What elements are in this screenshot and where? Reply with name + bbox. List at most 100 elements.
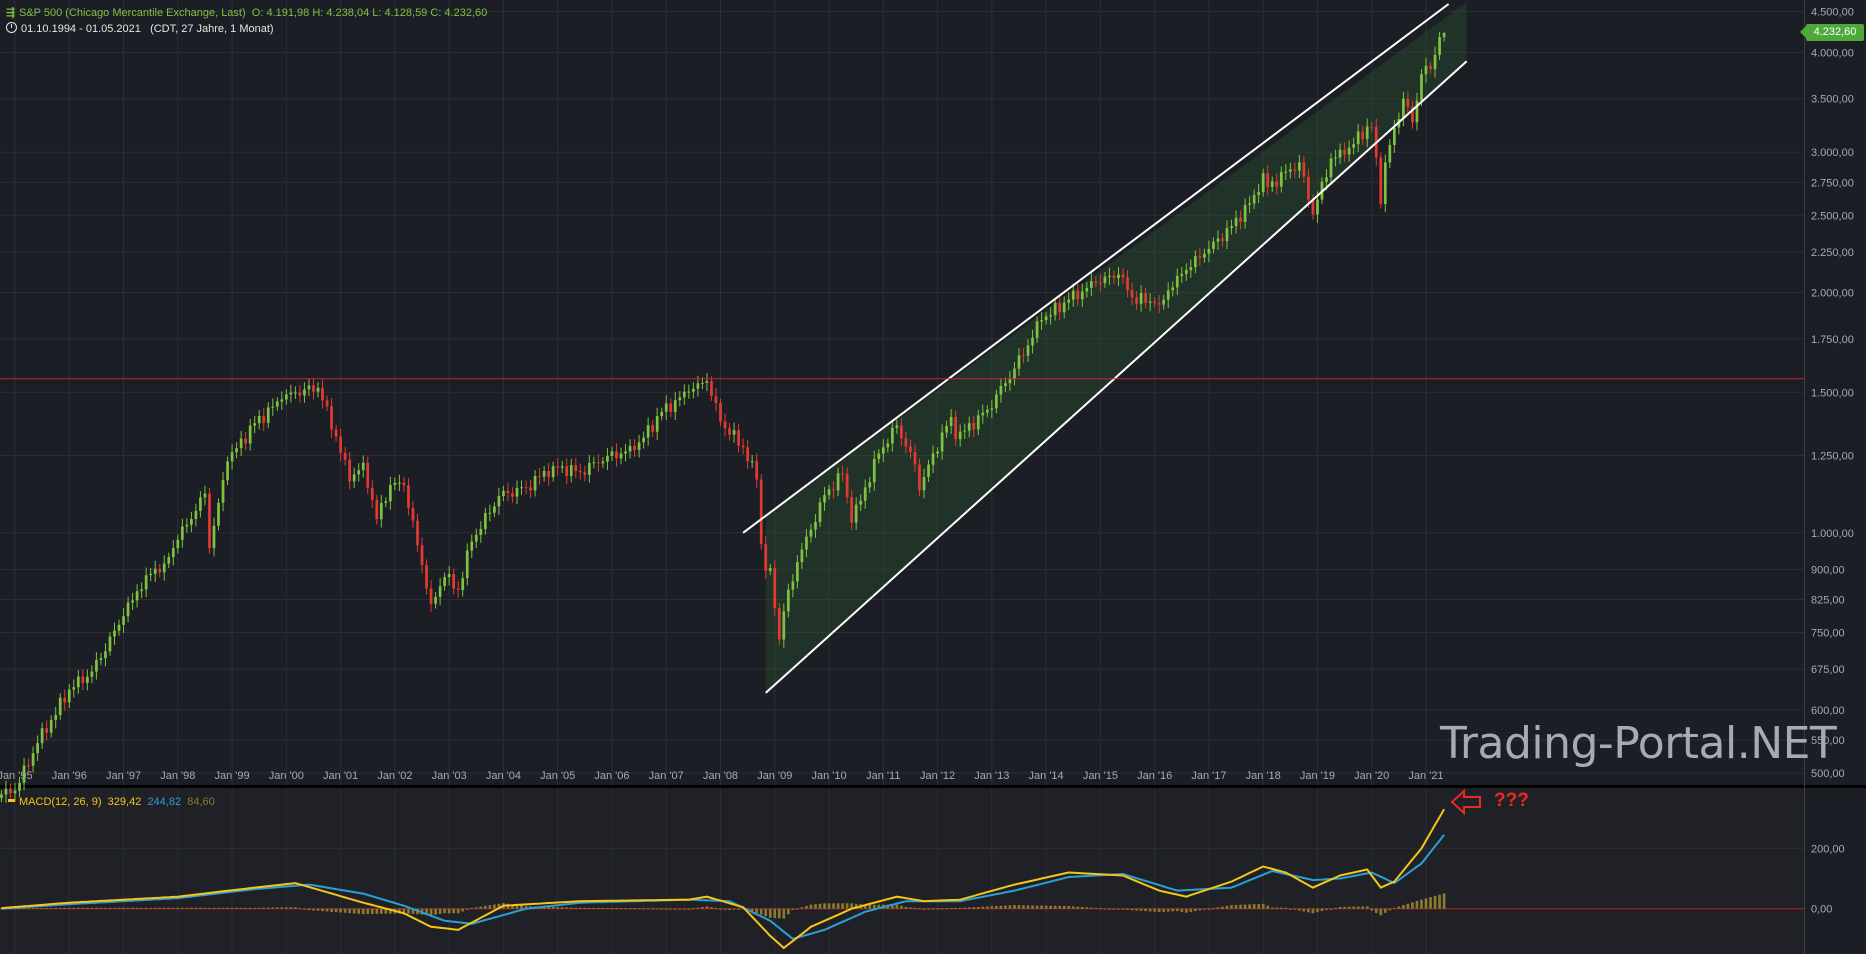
instrument-name: S&P 500 (Chicago Mercantile Exchange, La… xyxy=(19,7,246,19)
candle-body xyxy=(384,501,388,504)
macd-histogram-bar xyxy=(1347,906,1351,909)
macd-histogram-bar xyxy=(176,907,180,909)
macd-histogram-bar xyxy=(1216,907,1220,909)
candle-body xyxy=(1347,147,1351,155)
candle-body xyxy=(814,522,817,530)
x-tick-label: Jan '95 xyxy=(0,770,33,782)
candle-body xyxy=(967,423,971,431)
macd-histogram-bar xyxy=(235,907,238,909)
candle-body xyxy=(1189,267,1193,271)
candle-body xyxy=(710,381,713,397)
macd-histogram-bar xyxy=(434,908,437,915)
candle-body xyxy=(9,788,12,794)
macd-histogram-bar xyxy=(1234,904,1238,909)
candle-body xyxy=(741,445,745,448)
macd-histogram-bar xyxy=(578,907,582,909)
macd-histogram-bar xyxy=(755,908,759,914)
macd-histogram-bar xyxy=(976,906,980,909)
macd-histogram-bar xyxy=(1044,905,1048,909)
macd-histogram-bar xyxy=(1225,905,1229,909)
macd-histogram-bar xyxy=(1031,905,1034,909)
candle-body xyxy=(940,432,944,452)
candle-body xyxy=(633,445,636,450)
macd-histogram-bar xyxy=(1117,908,1120,910)
indicator-icon[interactable]: ⇶ xyxy=(6,6,15,19)
macd-histogram-bar xyxy=(1420,899,1423,909)
macd-histogram-bar xyxy=(1085,907,1089,909)
candle-body xyxy=(162,563,166,573)
macd-histogram-bar xyxy=(1049,905,1052,909)
macd-histogram-bar xyxy=(131,907,134,909)
macd-histogram-bar xyxy=(940,908,944,910)
macd-histogram-bar xyxy=(1121,908,1125,910)
macd-histogram-bar xyxy=(520,905,523,909)
macd-histogram-bar xyxy=(294,907,297,909)
chart-canvas[interactable]: 500,00550,00600,00675,00750,00825,00900,… xyxy=(0,0,1866,954)
macd-histogram-bar xyxy=(248,907,252,909)
candle-body xyxy=(49,720,53,733)
macd-histogram-bar xyxy=(135,907,139,909)
macd-histogram-bar xyxy=(1325,908,1328,911)
candle-body xyxy=(339,436,342,453)
y-tick-label: 3.500,00 xyxy=(1811,94,1854,106)
candle-body xyxy=(1117,274,1120,279)
candle-body xyxy=(890,427,894,444)
candle-body xyxy=(1071,290,1075,300)
candle-body xyxy=(411,507,415,521)
candle-body xyxy=(664,403,668,412)
x-tick-label: Jan '04 xyxy=(486,770,521,782)
candle-body xyxy=(1008,378,1012,384)
y-tick-label: 3.000,00 xyxy=(1811,147,1854,159)
macd-histogram-bar xyxy=(1130,908,1134,911)
macd-histogram-bar xyxy=(768,908,772,918)
candle-body xyxy=(556,466,560,468)
macd-histogram-bar xyxy=(601,908,605,910)
signal-legend-value: 244,82 xyxy=(147,796,182,808)
macd-histogram-bar xyxy=(190,907,193,909)
candle-body xyxy=(1135,297,1138,304)
candle-body xyxy=(985,409,989,413)
candle-body xyxy=(827,489,831,496)
macd-histogram-bar xyxy=(1112,908,1116,910)
y-tick-label: 900,00 xyxy=(1811,564,1845,576)
macd-histogram-bar xyxy=(180,907,184,909)
x-tick-label: Jan '16 xyxy=(1137,770,1172,782)
candle-body xyxy=(1166,290,1170,300)
candle-body xyxy=(1402,98,1405,120)
candle-body xyxy=(637,442,641,450)
candle-body xyxy=(1058,302,1062,313)
macd-histogram-bar xyxy=(343,908,347,913)
candle-body xyxy=(601,461,605,464)
candle-body xyxy=(483,513,487,530)
candle-body xyxy=(958,431,962,440)
macd-histogram-bar xyxy=(574,907,578,909)
macd-histogram-bar xyxy=(1166,908,1170,912)
macd-histogram-bar xyxy=(1338,906,1342,909)
candle-body xyxy=(126,602,130,617)
macd-histogram-bar xyxy=(1388,908,1392,911)
candle-body xyxy=(592,462,596,464)
x-tick-label: Jan '06 xyxy=(594,770,629,782)
x-tick-label: Jan '96 xyxy=(52,770,87,782)
macd-histogram-bar xyxy=(1275,907,1279,909)
candle-body xyxy=(325,400,329,407)
y-tick-label: 4.000,00 xyxy=(1811,47,1854,59)
candle-body xyxy=(931,453,935,465)
macd-histogram-bar xyxy=(1270,907,1274,909)
candle-body xyxy=(651,425,655,432)
macd-histogram-bar xyxy=(126,907,130,909)
macd-histogram-bar xyxy=(723,908,727,910)
candle-body xyxy=(832,489,835,491)
candle-body xyxy=(416,520,419,546)
macd-histogram-bar xyxy=(759,908,763,915)
macd-histogram-bar xyxy=(814,904,817,909)
clock-icon[interactable] xyxy=(6,22,17,33)
macd-histogram-bar xyxy=(81,907,85,909)
candle-body xyxy=(1288,169,1292,172)
y-tick-label: 4.500,00 xyxy=(1811,7,1854,19)
candle-body xyxy=(22,765,26,783)
macd-legend[interactable]: MACD(12, 26, 9) 329,42 244,82 84,60 xyxy=(8,796,215,808)
macd-histogram-bar xyxy=(1022,905,1025,909)
macd-histogram-bar xyxy=(1212,908,1215,910)
candle-body xyxy=(687,391,691,393)
